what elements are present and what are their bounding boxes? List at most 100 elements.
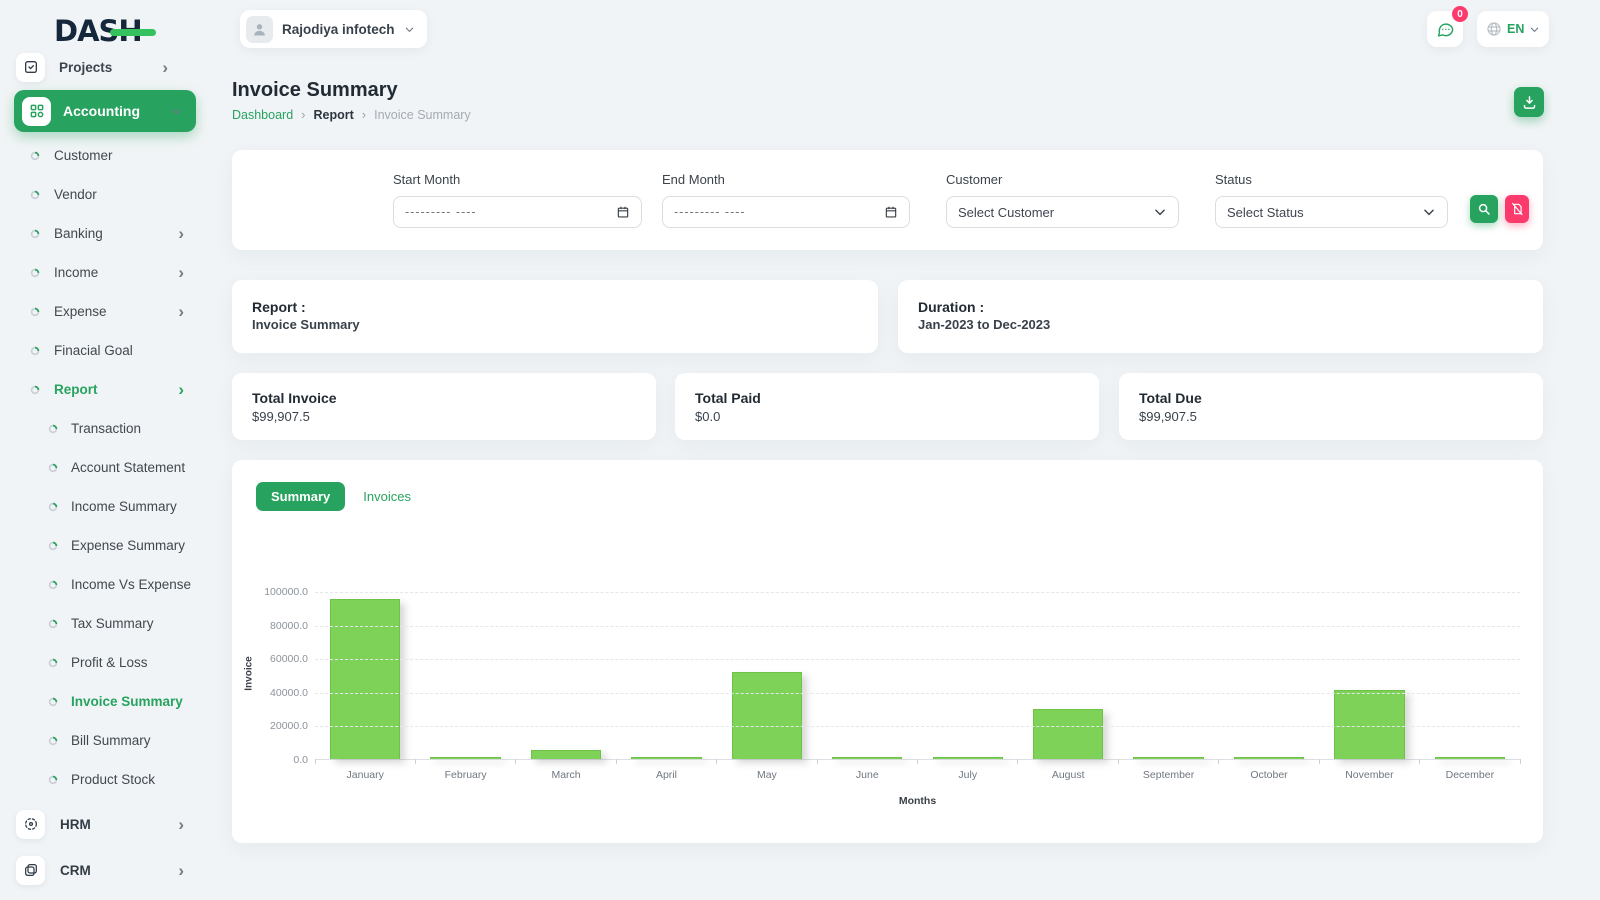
bullet-icon bbox=[48, 424, 58, 434]
chevron-right-icon: › bbox=[178, 862, 184, 879]
sidebar-item-income-summary[interactable]: Income Summary bbox=[0, 487, 210, 526]
sidebar-item-customer[interactable]: Customer bbox=[0, 136, 210, 175]
status-select[interactable]: Select Status bbox=[1215, 196, 1448, 228]
tab-summary[interactable]: Summary bbox=[256, 482, 345, 511]
bar-august bbox=[1033, 709, 1103, 759]
sidebar-item-income[interactable]: Income› bbox=[0, 253, 210, 292]
sidebar-item-label: Expense bbox=[54, 304, 107, 319]
status-label: Status bbox=[1215, 172, 1448, 187]
sidebar-item-bill-summary[interactable]: Bill Summary bbox=[0, 721, 210, 760]
sidebar-item-product-stock[interactable]: Product Stock bbox=[0, 760, 210, 799]
check-square-icon bbox=[16, 53, 45, 82]
sidebar-item-crm[interactable]: CRM› bbox=[0, 847, 210, 893]
sidebar-item-vendor[interactable]: Vendor bbox=[0, 175, 210, 214]
bar-slot-june bbox=[817, 592, 917, 759]
chart-plot bbox=[315, 592, 1520, 760]
chart-y-labels: 0.020000.040000.060000.080000.0100000.0 bbox=[232, 592, 308, 760]
sidebar-item-label: Customer bbox=[54, 148, 113, 163]
sidebar-item-label: Transaction bbox=[71, 421, 141, 436]
customer-select[interactable]: Select Customer bbox=[946, 196, 1179, 228]
end-month-input[interactable]: --------- ---- bbox=[662, 196, 910, 228]
bar-april bbox=[631, 757, 701, 759]
sidebar-item-banking[interactable]: Banking› bbox=[0, 214, 210, 253]
filter-card: Start Month --------- ---- End Month ---… bbox=[232, 150, 1543, 250]
logo-green-bar-icon bbox=[110, 29, 156, 36]
sidebar-item-account-statement[interactable]: Account Statement bbox=[0, 448, 210, 487]
y-tick-label: 80000.0 bbox=[232, 620, 308, 632]
report-card-title: Report : bbox=[252, 299, 858, 315]
x-tick-mark bbox=[1118, 759, 1119, 764]
sidebar-item-label: Income Summary bbox=[71, 499, 177, 514]
sidebar-item-tax-summary[interactable]: Tax Summary bbox=[0, 604, 210, 643]
language-selector[interactable]: EN bbox=[1477, 11, 1549, 47]
sidebar-item-hrm[interactable]: HRM› bbox=[0, 801, 210, 847]
breadcrumb-dashboard[interactable]: Dashboard bbox=[232, 108, 293, 122]
gridline bbox=[315, 626, 1520, 627]
sidebar-item-invoice-summary[interactable]: Invoice Summary bbox=[0, 682, 210, 721]
clear-filter-icon bbox=[1510, 202, 1524, 216]
total-due-label: Total Due bbox=[1139, 390, 1523, 406]
duration-card-title: Duration : bbox=[918, 299, 1523, 315]
sidebar-item-label: Vendor bbox=[54, 187, 97, 202]
bar-december bbox=[1435, 757, 1505, 759]
bullet-icon bbox=[48, 658, 58, 668]
grid-icon bbox=[22, 97, 51, 126]
bullet-icon bbox=[48, 619, 58, 629]
notification-badge: 0 bbox=[1452, 6, 1468, 22]
bullet-icon bbox=[48, 502, 58, 512]
sidebar-item-transaction[interactable]: Transaction bbox=[0, 409, 210, 448]
sidebar-item-label: Product Stock bbox=[71, 772, 155, 787]
bar-slot-march bbox=[516, 592, 616, 759]
sidebar-item-expense-summary[interactable]: Expense Summary bbox=[0, 526, 210, 565]
x-tick-label: December bbox=[1420, 769, 1520, 781]
bullet-icon bbox=[30, 385, 40, 395]
x-tick-mark bbox=[1419, 759, 1420, 764]
total-invoice-label: Total Invoice bbox=[252, 390, 636, 406]
sidebar-item-income-vs-expense[interactable]: Income Vs Expense bbox=[0, 565, 210, 604]
app-logo[interactable]: DASH bbox=[54, 14, 174, 50]
start-month-input[interactable]: --------- ---- bbox=[393, 196, 642, 228]
reset-button[interactable] bbox=[1505, 195, 1529, 223]
sidebar-item-accounting[interactable]: Accounting bbox=[14, 90, 196, 132]
x-tick-mark bbox=[1218, 759, 1219, 764]
tab-invoices[interactable]: Invoices bbox=[363, 489, 411, 504]
bar-february bbox=[430, 757, 500, 759]
x-tick-label: February bbox=[415, 769, 515, 781]
breadcrumb-report[interactable]: Report bbox=[314, 108, 354, 122]
search-button[interactable] bbox=[1470, 195, 1498, 223]
sidebar-item-expense[interactable]: Expense› bbox=[0, 292, 210, 331]
chevron-right-icon: › bbox=[162, 59, 168, 76]
download-button[interactable] bbox=[1514, 87, 1544, 117]
sidebar-item-label: Income Vs Expense bbox=[71, 577, 191, 592]
bullet-icon bbox=[48, 463, 58, 473]
sidebar-bottom-menu: HRM›CRM› bbox=[0, 801, 210, 893]
bar-slot-april bbox=[616, 592, 716, 759]
duration-info-card: Duration : Jan-2023 to Dec-2023 bbox=[898, 280, 1543, 353]
sidebar-item-profit-loss[interactable]: Profit & Loss bbox=[0, 643, 210, 682]
bullet-icon bbox=[30, 229, 40, 239]
x-tick-label: March bbox=[516, 769, 616, 781]
workspace-name: Rajodiya infotech bbox=[282, 22, 395, 37]
language-code: EN bbox=[1507, 22, 1524, 36]
globe-icon bbox=[1486, 21, 1502, 37]
sidebar: DASH Projects › Accounting Customer Vendo… bbox=[0, 0, 210, 900]
x-tick-mark bbox=[917, 759, 918, 764]
sidebar-item-label: Tax Summary bbox=[71, 616, 154, 631]
sidebar-item-report[interactable]: Report› bbox=[0, 370, 210, 409]
workspace-selector[interactable]: Rajodiya infotech bbox=[240, 10, 427, 48]
crm-icon bbox=[16, 856, 45, 885]
bar-october bbox=[1234, 757, 1304, 759]
messages-button[interactable]: 0 bbox=[1427, 11, 1463, 47]
start-month-label: Start Month bbox=[393, 172, 642, 187]
sidebar-item-projects[interactable]: Projects › bbox=[16, 51, 194, 83]
chevron-right-icon: › bbox=[178, 816, 184, 833]
y-tick-label: 0.0 bbox=[232, 754, 308, 766]
bullet-icon bbox=[30, 346, 40, 356]
chart-x-labels: JanuaryFebruaryMarchAprilMayJuneJulyAugu… bbox=[315, 769, 1520, 781]
avatar bbox=[246, 16, 273, 43]
chevron-right-icon: › bbox=[178, 264, 184, 281]
bar-september bbox=[1133, 757, 1203, 759]
sidebar-item-label: Expense Summary bbox=[71, 538, 185, 553]
sidebar-item-finacial-goal[interactable]: Finacial Goal bbox=[0, 331, 210, 370]
duration-card-value: Jan-2023 to Dec-2023 bbox=[918, 317, 1523, 332]
